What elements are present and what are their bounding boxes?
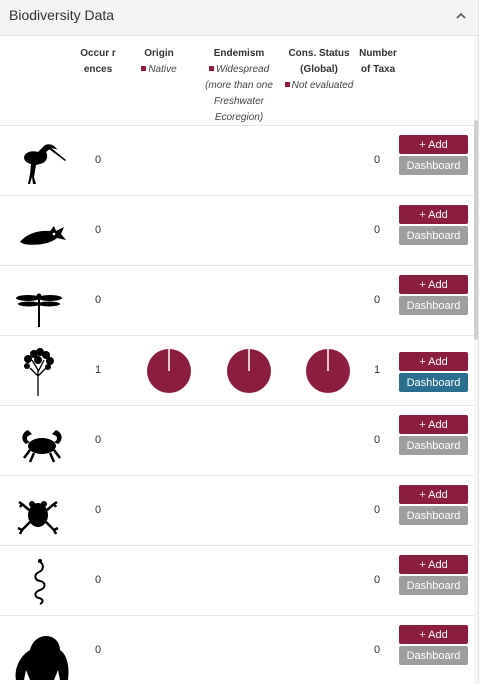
snake-icon [34,559,46,605]
col-title-taxa-2: of Taxa [360,64,396,75]
occurrences-value: 0 [95,644,102,656]
col-title-origin: Origin [144,48,174,59]
gorilla-icon [15,636,69,680]
add-button[interactable]: + Add [399,415,468,434]
dashboard-button[interactable]: Dashboard [399,646,468,665]
occurrences-value: 0 [95,504,102,516]
taxa-value: 0 [374,224,381,236]
taxon-row-reptiles: 0 0 + Add Dashboard [0,545,478,616]
add-button[interactable]: + Add [399,352,468,371]
add-button[interactable]: + Add [399,205,468,224]
bird-icon [24,144,66,184]
taxon-row-birds: 0 0 + Add Dashboard [0,125,478,196]
legend-origin: Native [130,62,188,78]
add-button[interactable]: + Add [399,625,468,644]
scrollbar-thumb[interactable] [474,120,478,340]
fish-icon [20,226,66,245]
occurrences-value: 0 [95,294,102,306]
panel-title: Biodiversity Data [9,7,115,23]
taxa-value: 0 [374,574,381,586]
taxon-row-amphibians: 0 0 + Add Dashboard [0,475,478,546]
col-header-origin: Origin Native [130,46,188,78]
legend-swatch-icon [284,82,290,87]
occurrences-value: 0 [95,224,102,236]
dashboard-button[interactable]: Dashboard [399,576,468,595]
frog-icon [17,500,59,535]
legend-endemism-line-3: Freshwater [213,96,264,107]
col-title-occurrences: Occur rences [80,48,116,75]
taxa-value: 0 [374,434,381,446]
dashboard-button[interactable]: Dashboard [399,296,468,315]
dashboard-button[interactable]: Dashboard [399,226,468,245]
dragonfly-icon [16,293,62,327]
taxa-value: 0 [374,294,381,306]
legend-swatch-icon [141,66,147,71]
legend-swatch-icon [208,66,214,71]
taxon-row-crustaceans: 0 0 + Add Dashboard [0,405,478,476]
col-header-taxa: Number of Taxa [358,46,398,78]
legend-cons-status: Not evaluated [282,78,356,94]
origin-pie-chart[interactable] [147,349,191,393]
legend-cons-status-label: Not evaluated [291,80,354,91]
chevron-up-icon[interactable] [454,9,468,23]
col-title-cons-status-2: (Global) [300,64,338,75]
occurrences-value: 1 [95,364,102,376]
add-button[interactable]: + Add [399,485,468,504]
dashboard-button[interactable]: Dashboard [399,436,468,455]
taxa-value: 1 [374,364,381,376]
col-header-occurrences: Occur rences [80,46,116,78]
taxon-row-fishes: 0 0 + Add Dashboard [0,195,478,266]
col-header-cons-status: Cons. Status (Global) Not evaluated [282,46,356,94]
col-title-cons-status-1: Cons. Status [288,48,350,59]
taxa-value: 0 [374,504,381,516]
add-button[interactable]: + Add [399,555,468,574]
panel-header[interactable]: Biodiversity Data [0,0,478,36]
crab-icon [22,430,62,463]
legend-endemism-line-1: Widespread [200,62,278,78]
legend-endemism-label: Widespread [215,64,270,75]
dashboard-button[interactable]: Dashboard [399,373,468,392]
taxon-row-plants: 1 1 + Add Dashboard [0,335,478,406]
tree-icon [24,348,54,396]
add-button[interactable]: + Add [399,275,468,294]
taxa-value: 0 [374,154,381,166]
taxon-row-insects: 0 0 + Add Dashboard [0,265,478,336]
legend-endemism-line-4: Ecoregion) [214,112,264,123]
col-title-taxa-1: Number [359,48,397,59]
dashboard-button[interactable]: Dashboard [399,156,468,175]
add-button[interactable]: + Add [399,135,468,154]
col-title-endemism: Endemism [213,48,265,59]
occurrences-value: 0 [95,434,102,446]
taxa-value: 0 [374,644,381,656]
occurrences-value: 0 [95,574,102,586]
dashboard-button[interactable]: Dashboard [399,506,468,525]
biodiversity-panel: Biodiversity Data Occur rences Origin Na… [0,0,479,684]
endemism-pie-chart[interactable] [227,349,271,393]
taxon-row-mammals: 0 0 + Add Dashboard [0,615,478,686]
legend-endemism-line-2: (more than one [205,80,273,91]
occurrences-value: 0 [95,154,102,166]
legend-origin-label: Native [148,64,177,75]
col-header-endemism: Endemism Widespread (more than one Fresh… [200,46,278,126]
cons-status-pie-chart[interactable] [306,349,350,393]
